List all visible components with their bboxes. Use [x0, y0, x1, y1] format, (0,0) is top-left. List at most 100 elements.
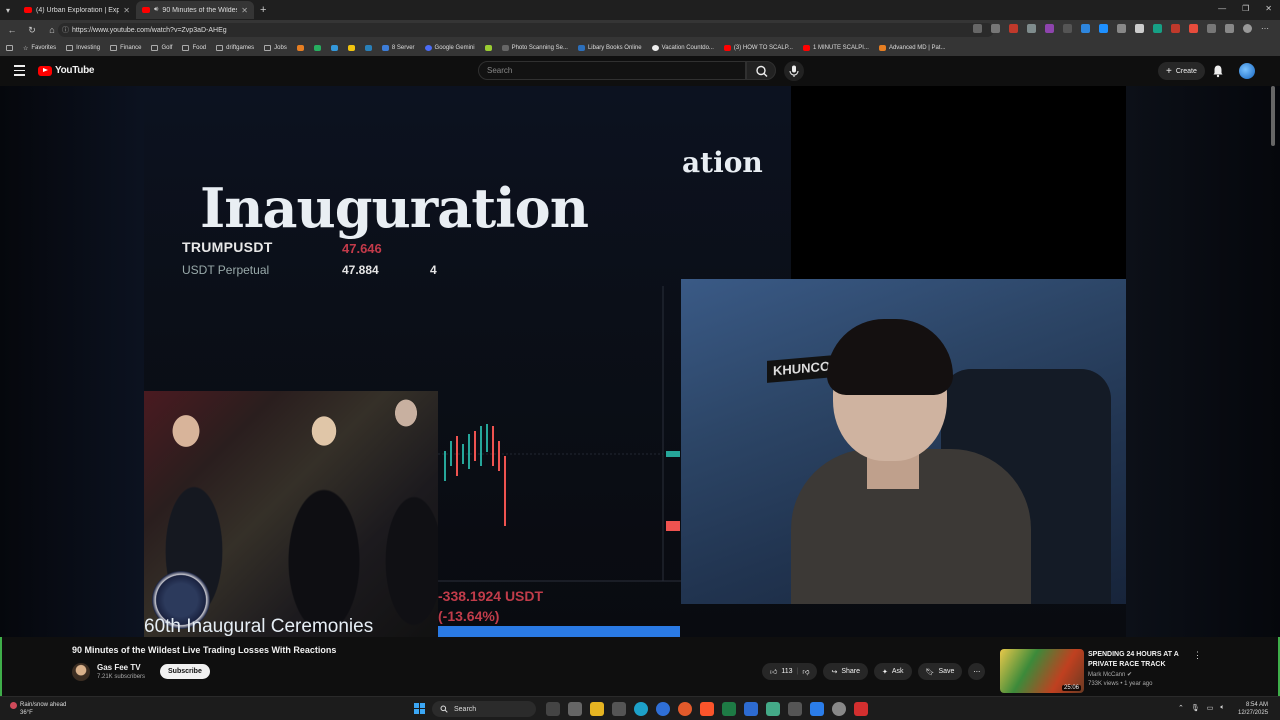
bookmark-folder-driftgames[interactable]: driftgames	[216, 45, 254, 51]
subscribe-button[interactable]: Subscribe	[160, 664, 210, 679]
bookmark-vacation-countdown[interactable]: Vacation Countdo...	[651, 45, 714, 51]
settings-icon[interactable]	[568, 702, 582, 716]
app-icon[interactable]	[854, 702, 868, 716]
voice-search-button[interactable]	[784, 61, 804, 81]
site-info-icon[interactable]: ⓘ	[62, 25, 69, 35]
recommended-channel[interactable]: Mark McCann ✔︎	[1088, 671, 1132, 678]
brave-icon[interactable]	[700, 702, 714, 716]
app-icon[interactable]	[832, 702, 846, 716]
profile-icon[interactable]	[1243, 24, 1252, 33]
bookmark-folder-investing[interactable]: Investing	[66, 45, 100, 51]
bookmark-photo-scanning[interactable]: Photo Scanning Se...	[501, 45, 568, 51]
menu-icon[interactable]	[14, 65, 25, 76]
account-avatar[interactable]	[1239, 63, 1255, 79]
address-bar[interactable]: ⓘ https://www.youtube.com/watch?v=Zvp3aD…	[58, 23, 994, 37]
bookmark-google-gemini[interactable]: Google Gemini	[424, 45, 475, 51]
extension-icon[interactable]	[1153, 24, 1162, 33]
taskbar-clock[interactable]: 8:54 AM 12/27/2025	[1238, 701, 1268, 717]
video-player[interactable]: ation Inauguration TRUMPUSDT USDT Perpet…	[0, 86, 1280, 637]
tray-overflow-icon[interactable]: ⌃	[1178, 704, 1184, 712]
bookmark-folder-golf[interactable]: Golf	[151, 45, 172, 51]
extension-icon[interactable]	[1099, 24, 1108, 33]
bookmark-tab-actions[interactable]	[6, 45, 13, 51]
youtube-logo[interactable]: YouTube	[38, 65, 95, 76]
bookmark-folder-food[interactable]: Food	[182, 45, 206, 51]
search-input[interactable]: Search	[478, 61, 746, 80]
bookmark-folder-finance[interactable]: Finance	[110, 45, 141, 51]
recommended-thumbnail[interactable]: 25:06	[1000, 649, 1084, 693]
edge-icon[interactable]	[634, 702, 648, 716]
extension-icon[interactable]	[1009, 24, 1018, 33]
microphone-tray-icon[interactable]: 🎙︎	[1191, 704, 1200, 712]
extension-icon[interactable]	[1027, 24, 1036, 33]
favorites-icon[interactable]	[1225, 24, 1234, 33]
read-aloud-icon[interactable]	[973, 24, 982, 33]
share-button[interactable]: ↪ Share	[823, 663, 868, 680]
extension-icon[interactable]	[1081, 24, 1090, 33]
store-icon[interactable]	[744, 702, 758, 716]
bookmark-8-server[interactable]: 8 Server	[381, 45, 415, 51]
minimize-icon[interactable]: —	[1218, 4, 1226, 13]
close-tab-icon[interactable]: ✕	[241, 6, 248, 15]
save-button[interactable]: 🔖︎ Save	[917, 663, 963, 680]
create-button[interactable]: + Create	[1158, 62, 1205, 80]
bookmark-1-minute-scalping[interactable]: 1 MINUTE SCALPI...	[802, 45, 869, 51]
bookmark-icon-only[interactable]	[330, 45, 338, 51]
video-frame[interactable]: ation Inauguration TRUMPUSDT USDT Perpet…	[144, 86, 1126, 637]
network-icon[interactable]: ▭	[1207, 704, 1214, 712]
new-tab-button[interactable]: +	[260, 4, 266, 16]
maximize-icon[interactable]: ❐	[1242, 4, 1249, 13]
bookmark-icon-only[interactable]	[364, 45, 372, 51]
bookmark-favorites[interactable]: ☆ Favorites	[23, 45, 56, 52]
recommended-title[interactable]: SPENDING 24 HOURS AT A PRIVATE RACE TRAC…	[1088, 650, 1188, 670]
extension-icon[interactable]	[1189, 24, 1198, 33]
tab-current-video[interactable]: 🔊︎ 90 Minutes of the Wildest Li ✕	[136, 1, 254, 19]
excel-icon[interactable]	[722, 702, 736, 716]
extension-icon[interactable]	[1135, 24, 1144, 33]
more-menu-icon[interactable]: ⋯	[1261, 24, 1270, 33]
bookmark-folder-jobs[interactable]: Jobs	[264, 45, 287, 51]
bookmark-library-books[interactable]: Libary Books Online	[577, 45, 642, 51]
extension-icon[interactable]	[1171, 24, 1180, 33]
bookmark-icon-only[interactable]	[484, 45, 492, 51]
extensions-puzzle-icon[interactable]	[1207, 24, 1216, 33]
volume-icon[interactable]: 🔈︎	[1220, 704, 1224, 712]
start-button[interactable]	[414, 703, 425, 714]
extension-icon[interactable]	[1045, 24, 1054, 33]
task-view-icon[interactable]	[546, 702, 560, 716]
recommended-more-icon[interactable]: ⋮	[1193, 650, 1202, 661]
bookmark-advanced-md[interactable]: Advanced MD | Pat...	[878, 45, 946, 51]
extension-icon[interactable]	[1063, 24, 1072, 33]
taskbar-search[interactable]: Search	[432, 701, 536, 717]
back-icon[interactable]: ←	[4, 25, 20, 35]
ask-button[interactable]: ✦ Ask	[874, 663, 912, 680]
app-icon[interactable]	[810, 702, 824, 716]
bookmark-icon-only[interactable]	[296, 45, 304, 51]
bookmark-icon-only[interactable]	[347, 45, 355, 51]
audio-playing-icon[interactable]: 🔊︎	[154, 6, 158, 14]
app-icon[interactable]	[788, 702, 802, 716]
weather-widget[interactable]: Rain/snow ahead 36°F	[10, 701, 66, 717]
channel-avatar[interactable]	[72, 663, 90, 681]
tab-urban-exploration[interactable]: (4) Urban Exploration | Exploring ✕	[18, 1, 136, 19]
bookmark-icon-only[interactable]	[313, 45, 321, 51]
bookmark-how-to-scalp[interactable]: (3) HOW TO SCALP...	[723, 45, 793, 51]
chrome-icon[interactable]	[656, 702, 670, 716]
close-tab-icon[interactable]: ✕	[123, 6, 130, 15]
app-icon[interactable]	[766, 702, 780, 716]
refresh-icon[interactable]: ↻	[24, 25, 40, 36]
notifications-bell-icon[interactable]	[1212, 64, 1224, 78]
more-actions-button[interactable]: ⋯	[968, 663, 986, 680]
tab-menu-icon[interactable]: ▾	[6, 6, 18, 15]
like-button[interactable]: 👍︎ 113 | 👎︎	[762, 663, 818, 680]
favorite-star-icon[interactable]	[991, 24, 1000, 33]
channel-name[interactable]: Gas Fee TV	[97, 663, 141, 672]
page-scrollbar[interactable]	[1271, 86, 1275, 146]
thumbs-down-icon[interactable]: 👎︎	[802, 667, 809, 676]
file-explorer-icon[interactable]	[590, 702, 604, 716]
calculator-icon[interactable]	[612, 702, 626, 716]
firefox-icon[interactable]	[678, 702, 692, 716]
close-window-icon[interactable]: ✕	[1265, 4, 1272, 13]
extension-icon[interactable]	[1117, 24, 1126, 33]
search-button[interactable]	[746, 61, 776, 80]
